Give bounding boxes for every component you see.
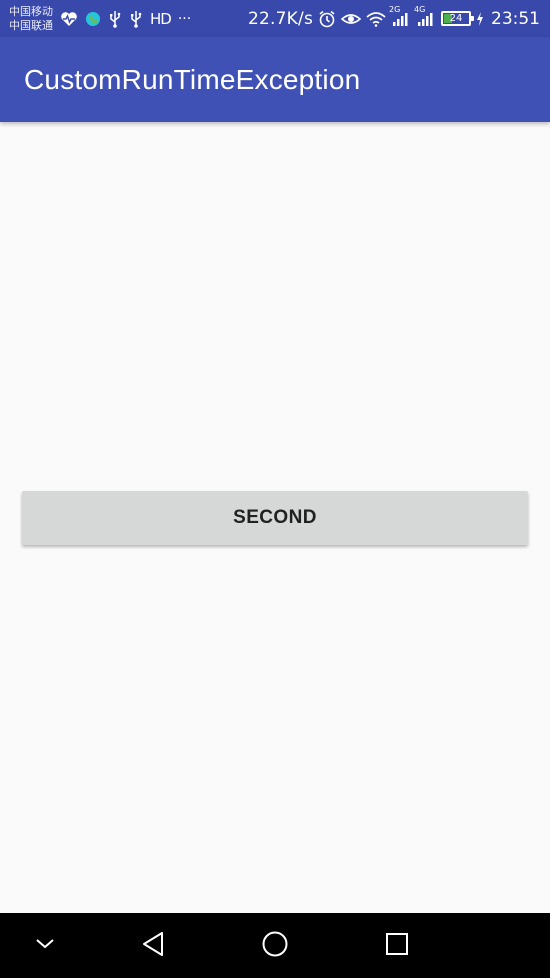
battery-icon: 24 bbox=[441, 11, 474, 26]
status-bar: 中国移动 中国联通 HD ··· 22.7K/s 2G 4G 24 23:51 bbox=[0, 0, 550, 37]
clock: 23:51 bbox=[491, 8, 540, 29]
collapse-icon bbox=[34, 936, 56, 955]
carrier-1: 中国移动 bbox=[9, 4, 53, 18]
globe-icon bbox=[85, 11, 101, 27]
signal-2-type: 4G bbox=[414, 4, 426, 14]
signal-1-type: 2G bbox=[389, 4, 401, 14]
app-bar: CustomRunTimeException bbox=[0, 37, 550, 122]
back-icon bbox=[140, 930, 166, 962]
usb-icon bbox=[108, 10, 122, 28]
carrier-2: 中国联通 bbox=[9, 18, 53, 32]
recents-icon bbox=[385, 932, 409, 960]
back-button[interactable] bbox=[118, 913, 188, 978]
alarm-icon bbox=[318, 10, 336, 28]
carrier-names: 中国移动 中国联通 bbox=[9, 5, 53, 33]
status-left: 中国移动 中国联通 HD ··· bbox=[9, 5, 191, 33]
charging-icon bbox=[476, 11, 484, 26]
recents-button[interactable] bbox=[362, 913, 432, 978]
signal-icon: 2G bbox=[389, 5, 411, 27]
heart-rate-icon bbox=[60, 11, 78, 27]
app-title: CustomRunTimeException bbox=[24, 63, 361, 95]
battery-level: 24 bbox=[449, 13, 463, 24]
navigation-bar bbox=[0, 913, 550, 978]
home-button[interactable] bbox=[240, 913, 310, 978]
collapse-button[interactable] bbox=[10, 913, 80, 978]
usb-icon bbox=[129, 10, 143, 28]
more-icon: ··· bbox=[177, 10, 192, 27]
hd-icon: HD bbox=[150, 9, 172, 28]
eye-icon bbox=[341, 11, 361, 27]
second-button[interactable]: SECOND bbox=[22, 491, 528, 545]
network-speed: 22.7K/s bbox=[248, 8, 313, 29]
signal-icon: 4G bbox=[414, 5, 436, 27]
status-right: 22.7K/s 2G 4G 24 23:51 bbox=[248, 5, 540, 29]
home-icon bbox=[261, 930, 289, 962]
wifi-icon bbox=[366, 11, 386, 27]
